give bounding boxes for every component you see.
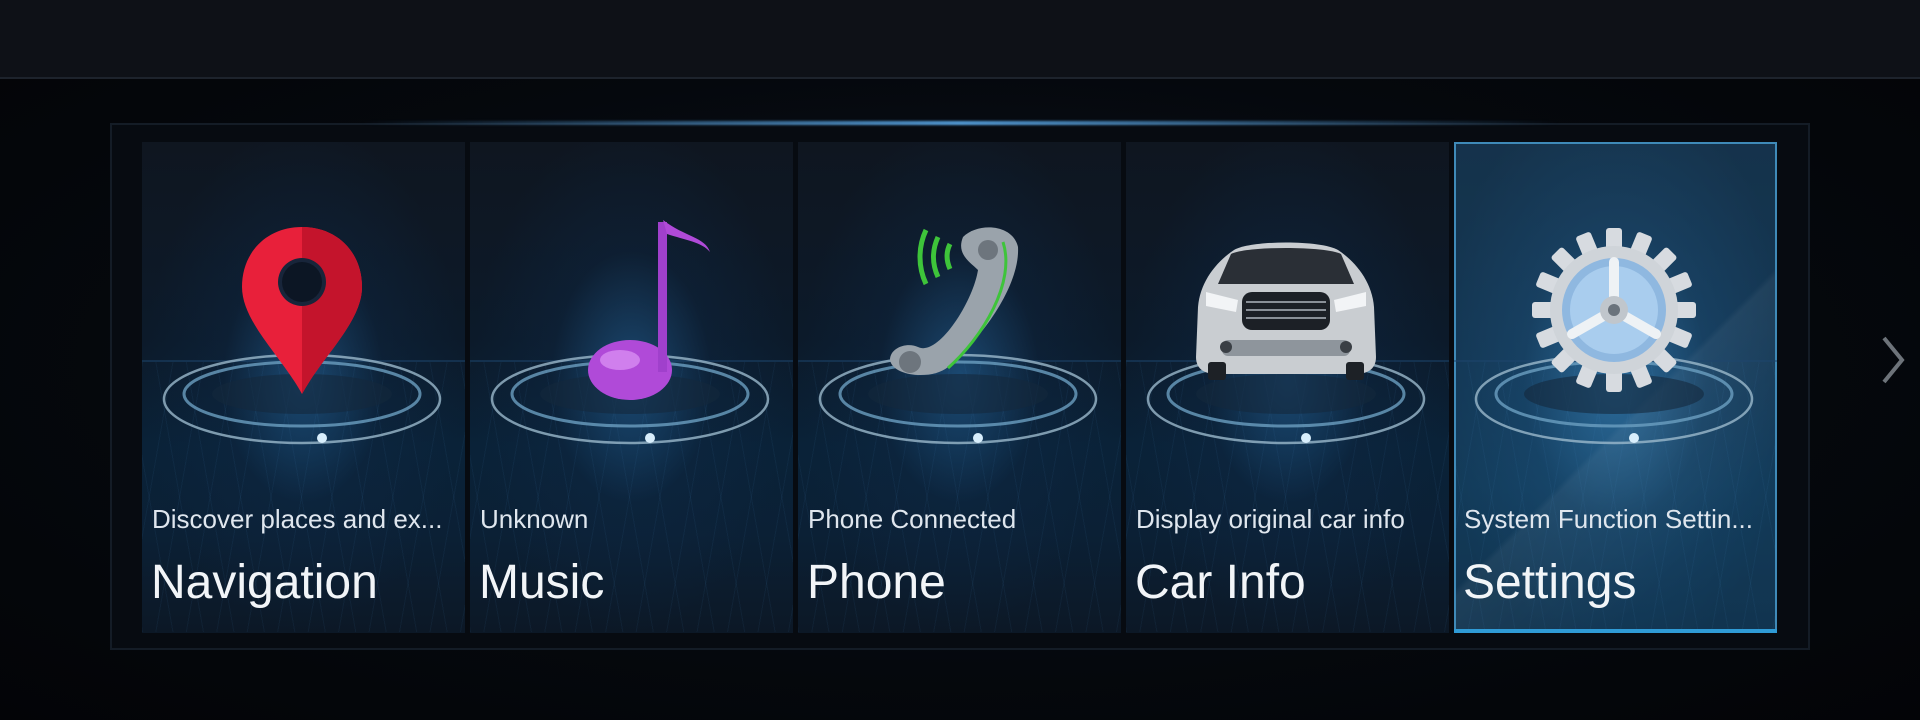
tile-art — [818, 227, 1098, 445]
gear-icon — [1532, 228, 1696, 392]
tile-art — [1146, 242, 1426, 445]
car-icon — [1196, 242, 1376, 380]
tile-art — [1474, 228, 1754, 445]
music-note-icon — [588, 220, 710, 400]
tile-subtitle: Unknown — [480, 504, 589, 534]
map-pin-icon — [242, 227, 362, 394]
selection-indicator — [1454, 629, 1777, 633]
tile-title: Phone — [807, 556, 946, 609]
tile-title: Music — [479, 556, 605, 609]
chevron-right-icon — [1882, 336, 1905, 384]
tile-music[interactable]: Unknown Music — [470, 142, 793, 633]
tile-title: Settings — [1463, 556, 1637, 609]
top-bar — [0, 0, 1920, 79]
tile-title: Car Info — [1135, 556, 1306, 609]
tile-phone[interactable]: Phone Connected Phone — [798, 142, 1121, 633]
app-carousel: Discover places and ex... Navigation Unk… — [142, 142, 1780, 633]
tile-navigation[interactable]: Discover places and ex... Navigation — [142, 142, 465, 633]
tile-art — [490, 220, 770, 445]
tile-title: Navigation — [151, 556, 378, 609]
tile-subtitle: System Function Settin... — [1464, 504, 1754, 534]
next-page-button[interactable] — [1878, 330, 1908, 390]
tile-subtitle: Phone Connected — [808, 504, 1017, 534]
tile-subtitle: Display original car info — [1136, 504, 1405, 534]
tile-car-info[interactable]: Display original car info Car Info — [1126, 142, 1449, 633]
frame-highlight — [360, 121, 1560, 125]
phone-handset-icon — [890, 227, 1019, 376]
pedestal-rings — [818, 353, 1098, 445]
tile-art — [162, 227, 442, 445]
tile-subtitle: Discover places and ex... — [152, 504, 443, 534]
tile-settings[interactable]: System Function Settin... Settings — [1454, 142, 1777, 633]
